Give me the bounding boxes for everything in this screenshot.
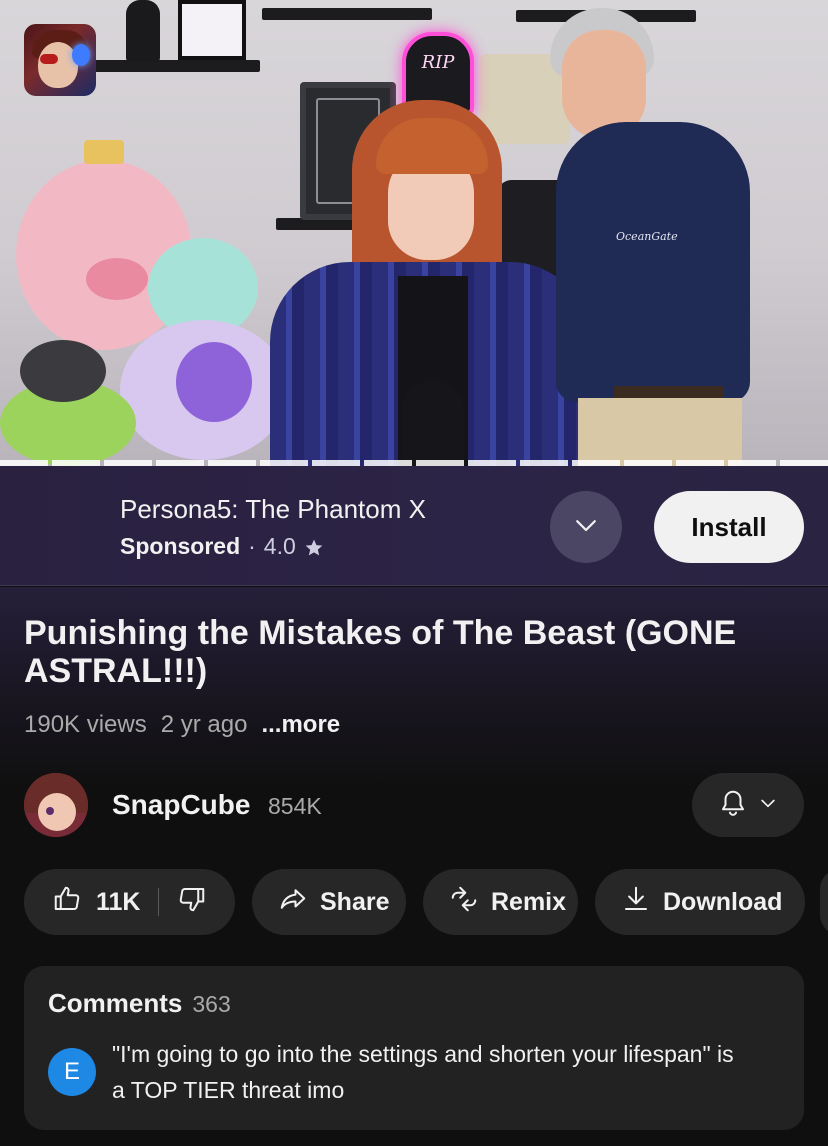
wall-shelf	[88, 60, 260, 72]
pig-snout	[86, 258, 148, 300]
like-button[interactable]: 11K	[52, 884, 140, 921]
microphone	[402, 380, 464, 466]
remix-button[interactable]: Remix	[423, 869, 578, 935]
sponsored-label: Sponsored	[120, 533, 241, 559]
card-frame	[178, 0, 246, 60]
video-player[interactable]: RIP OceanGate	[0, 0, 828, 466]
more-actions-button[interactable]	[820, 869, 828, 935]
remix-label: Remix	[491, 887, 567, 916]
download-label: Download	[663, 887, 783, 916]
man-pants	[578, 398, 742, 466]
install-button[interactable]: Install	[654, 491, 804, 563]
remix-icon	[449, 884, 479, 921]
thumbs-up-icon	[52, 884, 82, 921]
share-label: Share	[320, 887, 390, 916]
shirt-logo: OceanGate	[616, 230, 678, 243]
figurine	[126, 0, 160, 62]
like-divider	[158, 888, 160, 916]
shirt-logo-text: OceanGate	[616, 230, 678, 243]
ad-rating: 4.0	[263, 533, 296, 559]
comments-header: Comments 363	[48, 988, 231, 1019]
chevron-down-icon	[758, 793, 778, 818]
star-icon	[304, 537, 324, 557]
ad-meta: Sponsored · 4.0	[120, 533, 324, 560]
comments-panel[interactable]: Comments 363 E "I'm going to go into the…	[24, 966, 804, 1130]
top-comment-text: "I'm going to go into the settings and s…	[112, 1041, 734, 1103]
cat-plush-face	[176, 342, 252, 422]
man-shirt	[556, 122, 750, 402]
comments-count: 363	[192, 991, 231, 1017]
channel-avatar[interactable]	[24, 773, 88, 837]
channel-name[interactable]: SnapCube	[112, 789, 250, 821]
dislike-button[interactable]	[177, 884, 207, 921]
action-bar: 11K Share Remix Download	[24, 869, 805, 935]
ad-expand-button[interactable]	[550, 491, 622, 563]
video-meta[interactable]: 190K views 2 yr ago ...more	[24, 711, 340, 739]
raccoon-plush	[20, 340, 106, 402]
like-dislike-group: 11K	[24, 869, 235, 935]
meta-separator: ·	[248, 533, 256, 559]
bell-icon	[718, 788, 748, 823]
comments-label: Comments	[48, 988, 183, 1018]
ad-app-name[interactable]: Persona5: The Phantom X	[120, 494, 426, 525]
wall-shelf	[262, 8, 432, 20]
thumbs-down-icon	[177, 887, 207, 920]
more-link[interactable]: ...more	[261, 711, 340, 739]
subscriber-count: 854K	[268, 793, 322, 819]
share-icon	[278, 884, 308, 921]
share-button[interactable]: Share	[252, 869, 406, 935]
plush-crown	[84, 140, 124, 164]
download-button[interactable]: Download	[595, 869, 805, 935]
download-icon	[621, 884, 651, 921]
view-count: 190K views	[24, 711, 147, 738]
video-title[interactable]: Punishing the Mistakes of The Beast (GON…	[24, 614, 804, 690]
ad-app-icon[interactable]	[24, 24, 96, 96]
upload-age: 2 yr ago	[160, 711, 248, 738]
commenter-avatar[interactable]: E	[48, 1048, 96, 1096]
notification-button[interactable]	[692, 773, 804, 837]
like-count: 11K	[96, 887, 141, 916]
chevron-down-icon	[571, 510, 601, 545]
